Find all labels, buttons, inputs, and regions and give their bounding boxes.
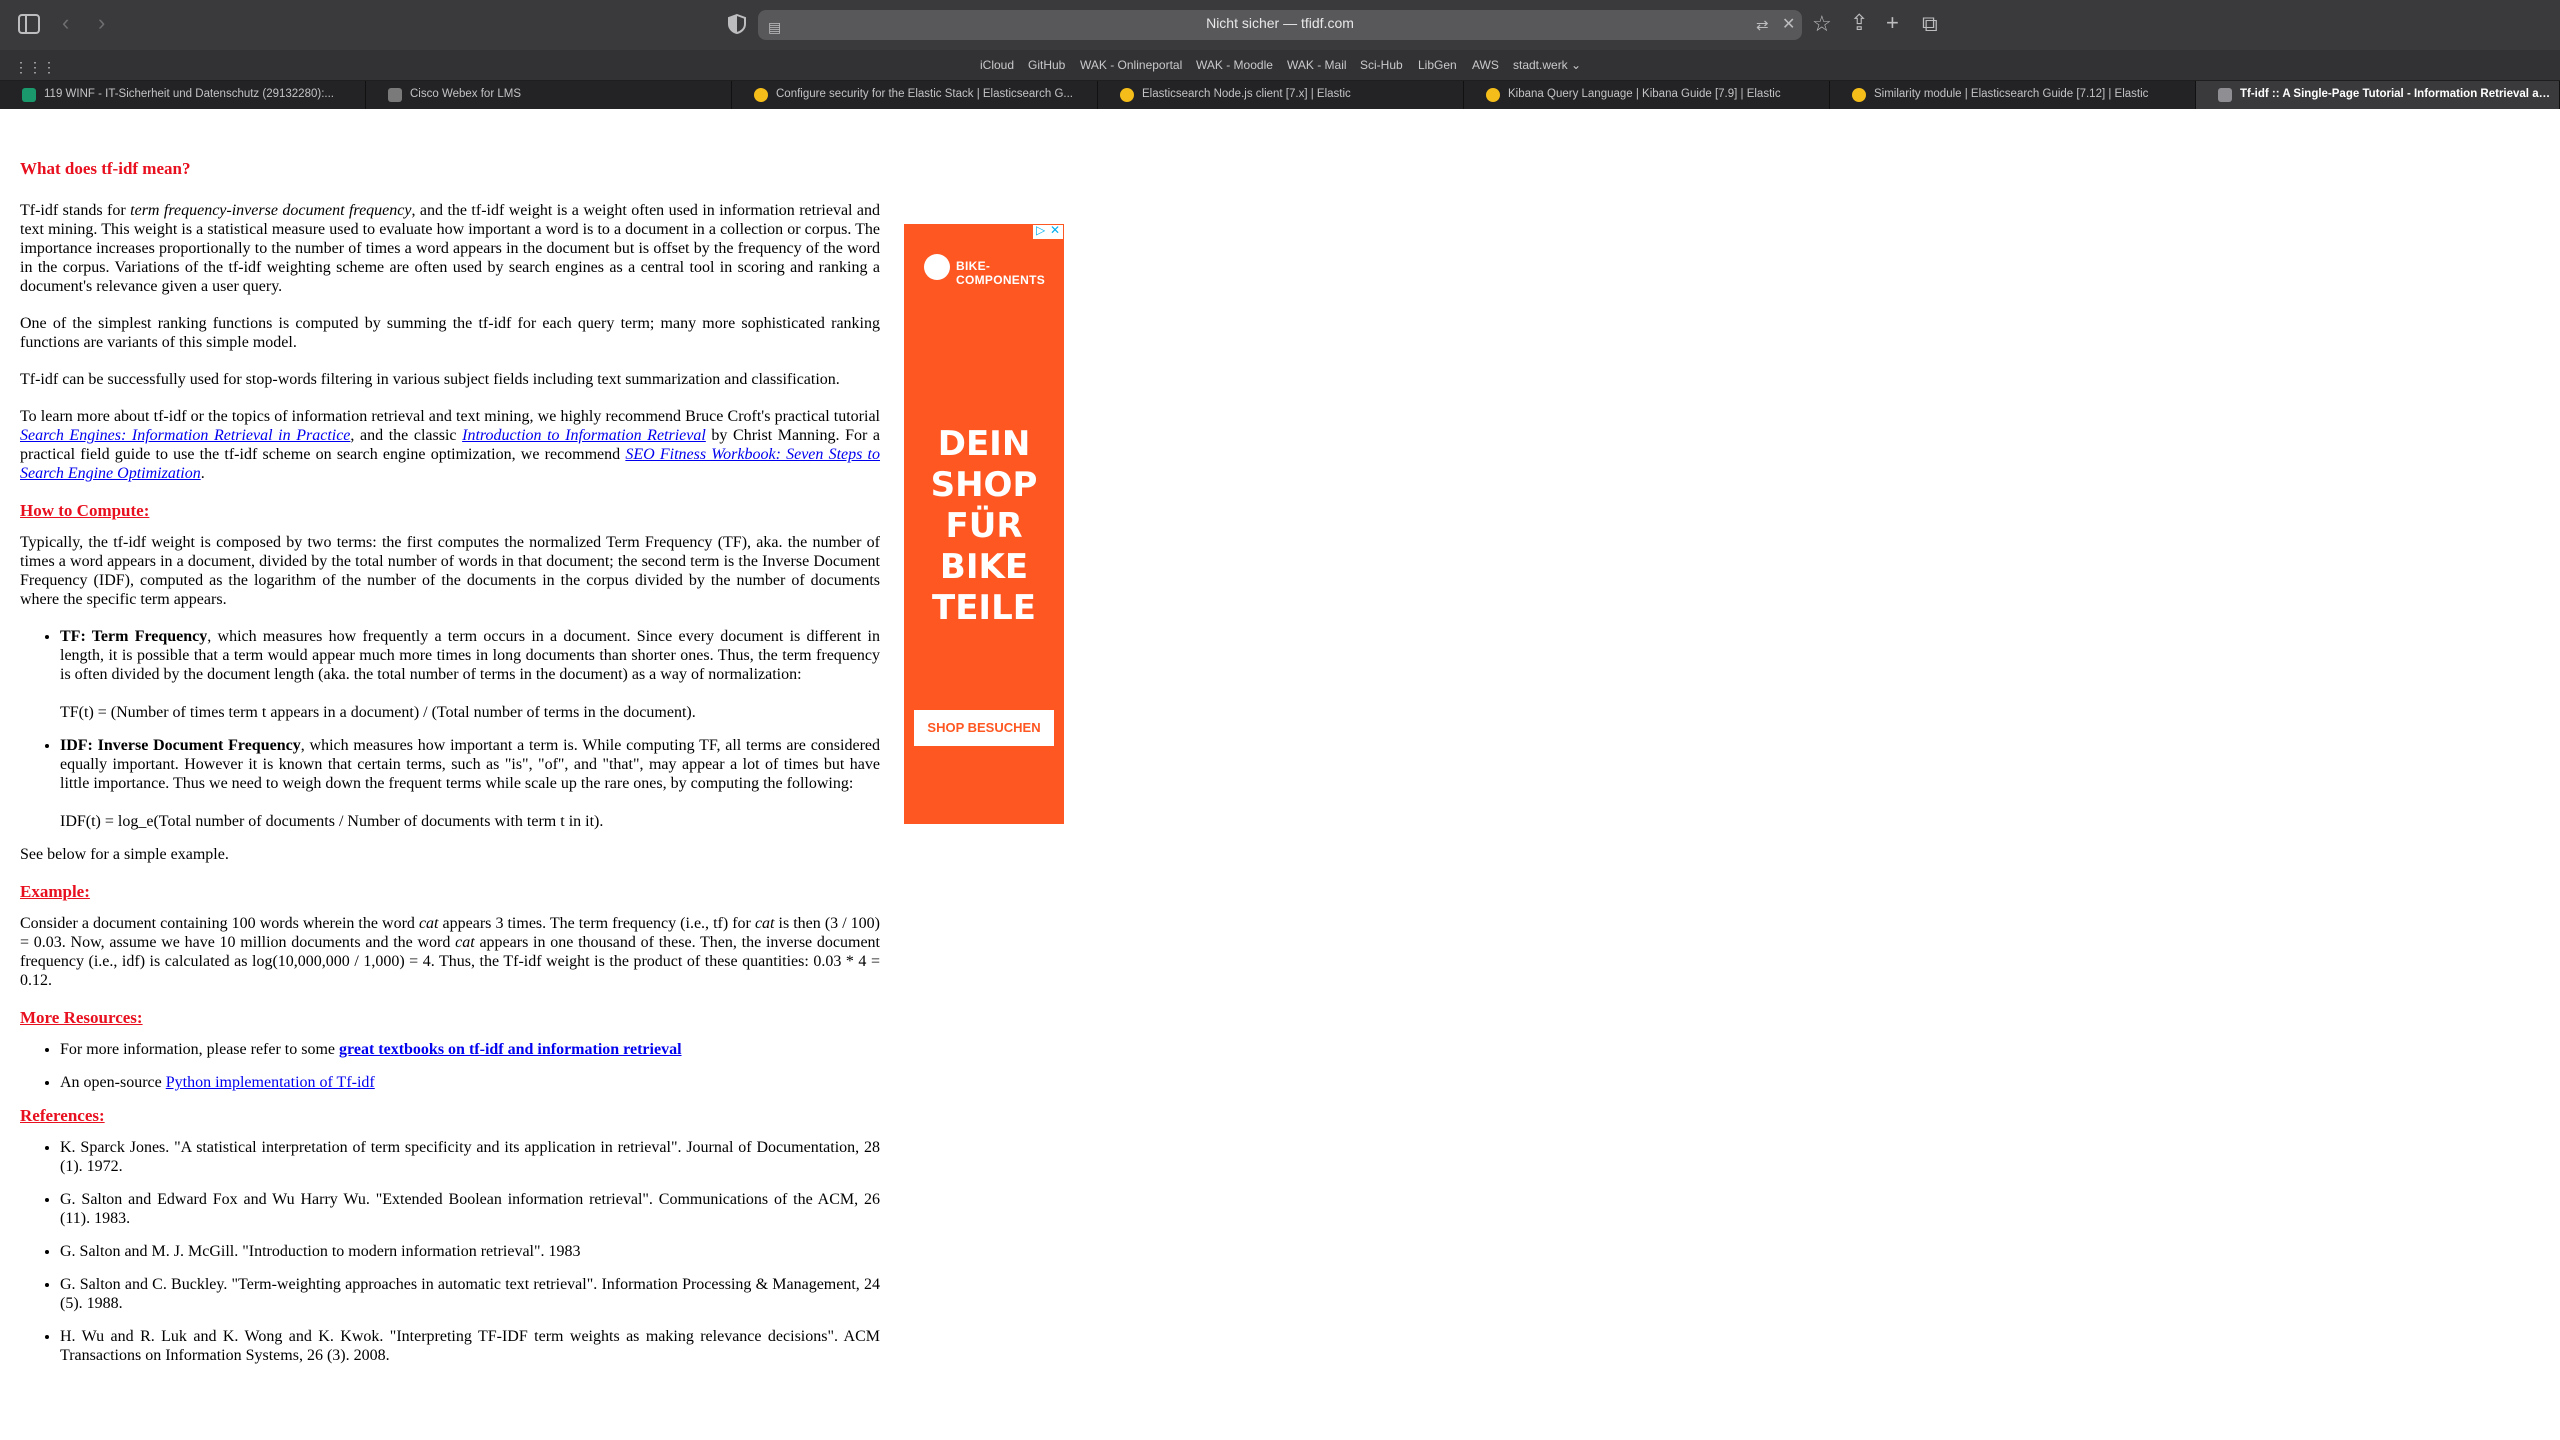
page-content: What does tf-idf mean? Tf-idf stands for… <box>0 109 2560 1440</box>
list-item: An open-source Python implementation of … <box>60 1073 880 1092</box>
tab-it-sicherheit[interactable]: 119 WINF - IT-Sicherheit und Datenschutz… <box>0 81 366 109</box>
article: What does tf-idf mean? Tf-idf stands for… <box>20 159 880 1379</box>
favorite-aws[interactable]: AWS <box>1472 58 1499 72</box>
tab-similarity-module[interactable]: Similarity module | Elasticsearch Guide … <box>1830 81 2196 109</box>
bike-components-logo-icon <box>924 254 950 280</box>
heading-example: Example: <box>20 882 90 901</box>
link-textbooks[interactable]: great textbooks on tf-idf and informatio… <box>339 1041 681 1058</box>
tab-cisco-webex[interactable]: Cisco Webex for LMS <box>366 81 732 109</box>
tab-elastic-security[interactable]: Configure security for the Elastic Stack… <box>732 81 1098 109</box>
clear-address-icon[interactable]: ✕ <box>1782 14 1795 36</box>
reference-item: K. Sparck Jones. "A statistical interpre… <box>60 1138 880 1176</box>
tab-favicon-icon <box>1486 88 1500 102</box>
tab-bar: 119 WINF - IT-Sicherheit und Datenschutz… <box>0 81 2560 109</box>
bookmark-star-icon[interactable]: ☆ <box>1812 13 1832 35</box>
favorite-wak-mail[interactable]: WAK - Mail <box>1287 58 1347 72</box>
ad-headline: DEIN SHOP FÜR BIKE TEILE <box>930 424 1038 628</box>
ad-brand: BIKE-COMPONENTS <box>956 259 1046 287</box>
reference-item: G. Salton and C. Buckley. "Term-weightin… <box>60 1275 880 1313</box>
link-intro-ir-book[interactable]: Introduction to Information Retrieval <box>462 427 706 444</box>
back-icon[interactable]: ‹ <box>62 12 69 34</box>
heading-how-to-compute: How to Compute: <box>20 501 150 520</box>
stopwords-paragraph: Tf-idf can be successfully used for stop… <box>20 371 840 388</box>
tab-favicon-icon <box>22 88 36 102</box>
example-paragraph: Consider a document containing 100 words… <box>20 915 881 989</box>
heading-references: References: <box>20 1106 105 1125</box>
new-tab-icon[interactable]: + <box>1886 12 1899 34</box>
grid-icon[interactable]: ⋮⋮⋮ <box>14 56 56 78</box>
intro-paragraph: Tf-idf stands for term frequency-inverse… <box>20 202 881 295</box>
resources-list: For more information, please refer to so… <box>20 1040 880 1092</box>
favorite-github[interactable]: GitHub <box>1028 58 1065 72</box>
reference-item: G. Salton and Edward Fox and Wu Harry Wu… <box>60 1190 880 1228</box>
favorite-icloud[interactable]: iCloud <box>980 58 1014 72</box>
link-search-engines-book[interactable]: Search Engines: Information Retrieval in… <box>20 427 350 444</box>
tab-favicon-icon <box>1852 88 1866 102</box>
ad-close-icon[interactable]: ▷ ✕ <box>1033 223 1063 239</box>
heading-more-resources: More Resources: <box>20 1008 143 1027</box>
recommendation-paragraph: To learn more about tf-idf or the topics… <box>20 408 881 482</box>
tab-favicon-icon <box>754 88 768 102</box>
privacy-shield-icon[interactable] <box>728 13 746 38</box>
forward-icon[interactable]: › <box>98 12 105 34</box>
idf-formula: IDF(t) = log_e(Total number of documents… <box>60 813 604 830</box>
see-below-text: See below for a simple example. <box>20 846 229 863</box>
ranking-paragraph: One of the simplest ranking functions is… <box>20 315 880 351</box>
tab-overview-icon[interactable]: ⧉ <box>1922 13 1938 35</box>
ad-shop-button[interactable]: SHOP BESUCHEN <box>914 710 1054 746</box>
sidebar-toggle-icon[interactable] <box>18 14 40 38</box>
tab-favicon-icon <box>2218 88 2232 102</box>
reference-item: G. Salton and M. J. McGill. "Introductio… <box>60 1242 880 1261</box>
address-bar[interactable]: ▤ Nicht sicher — tfidf.com ⇄ ✕ <box>758 10 1802 40</box>
tf-formula: TF(t) = (Number of times term t appears … <box>60 704 696 721</box>
share-icon[interactable]: ⇪ <box>1850 12 1868 34</box>
list-item: For more information, please refer to so… <box>60 1040 880 1059</box>
compute-list: TF: Term Frequency, which measures how f… <box>20 627 880 831</box>
favorite-wak-moodle[interactable]: WAK - Moodle <box>1196 58 1273 72</box>
tab-tfidf[interactable]: Tf-idf :: A Single-Page Tutorial - Infor… <box>2196 81 2560 109</box>
list-item-tf: TF: Term Frequency, which measures how f… <box>60 627 880 722</box>
page-title: What does tf-idf mean? <box>20 159 191 178</box>
tab-favicon-icon <box>388 88 402 102</box>
advertisement-banner[interactable]: ▷ ✕ BIKE-COMPONENTS DEIN SHOP FÜR BIKE TE… <box>904 223 1064 824</box>
references-list: K. Sparck Jones. "A statistical interpre… <box>20 1138 880 1365</box>
address-text: Nicht sicher — tfidf.com <box>1206 15 1354 31</box>
favorite-stadtwerk[interactable]: stadt.werk ⌄ <box>1513 58 1581 72</box>
link-python-implementation[interactable]: Python implementation of Tf-idf <box>166 1074 375 1091</box>
favorite-wak-onlineportal[interactable]: WAK - Onlineportal <box>1080 58 1182 72</box>
translate-icon[interactable]: ⇄ <box>1756 15 1769 37</box>
reference-item: H. Wu and R. Luk and K. Wong and K. Kwok… <box>60 1327 880 1365</box>
favorite-libgen[interactable]: LibGen <box>1418 58 1457 72</box>
tab-elastic-nodejs[interactable]: Elasticsearch Node.js client [7.x] | Ela… <box>1098 81 1464 109</box>
list-item-idf: IDF: Inverse Document Frequency, which m… <box>60 736 880 831</box>
tab-kibana-query[interactable]: Kibana Query Language | Kibana Guide [7.… <box>1464 81 1830 109</box>
favorites-bar: ⋮⋮⋮ iCloud GitHub WAK - Onlineportal WAK… <box>0 50 2560 81</box>
compute-paragraph: Typically, the tf-idf weight is composed… <box>20 534 880 608</box>
favorite-sci-hub[interactable]: Sci-Hub <box>1360 58 1403 72</box>
tab-favicon-icon <box>1120 88 1134 102</box>
browser-toolbar: ‹ › ▤ Nicht sicher — tfidf.com ⇄ ✕ ☆ ⇪ +… <box>0 0 2560 50</box>
